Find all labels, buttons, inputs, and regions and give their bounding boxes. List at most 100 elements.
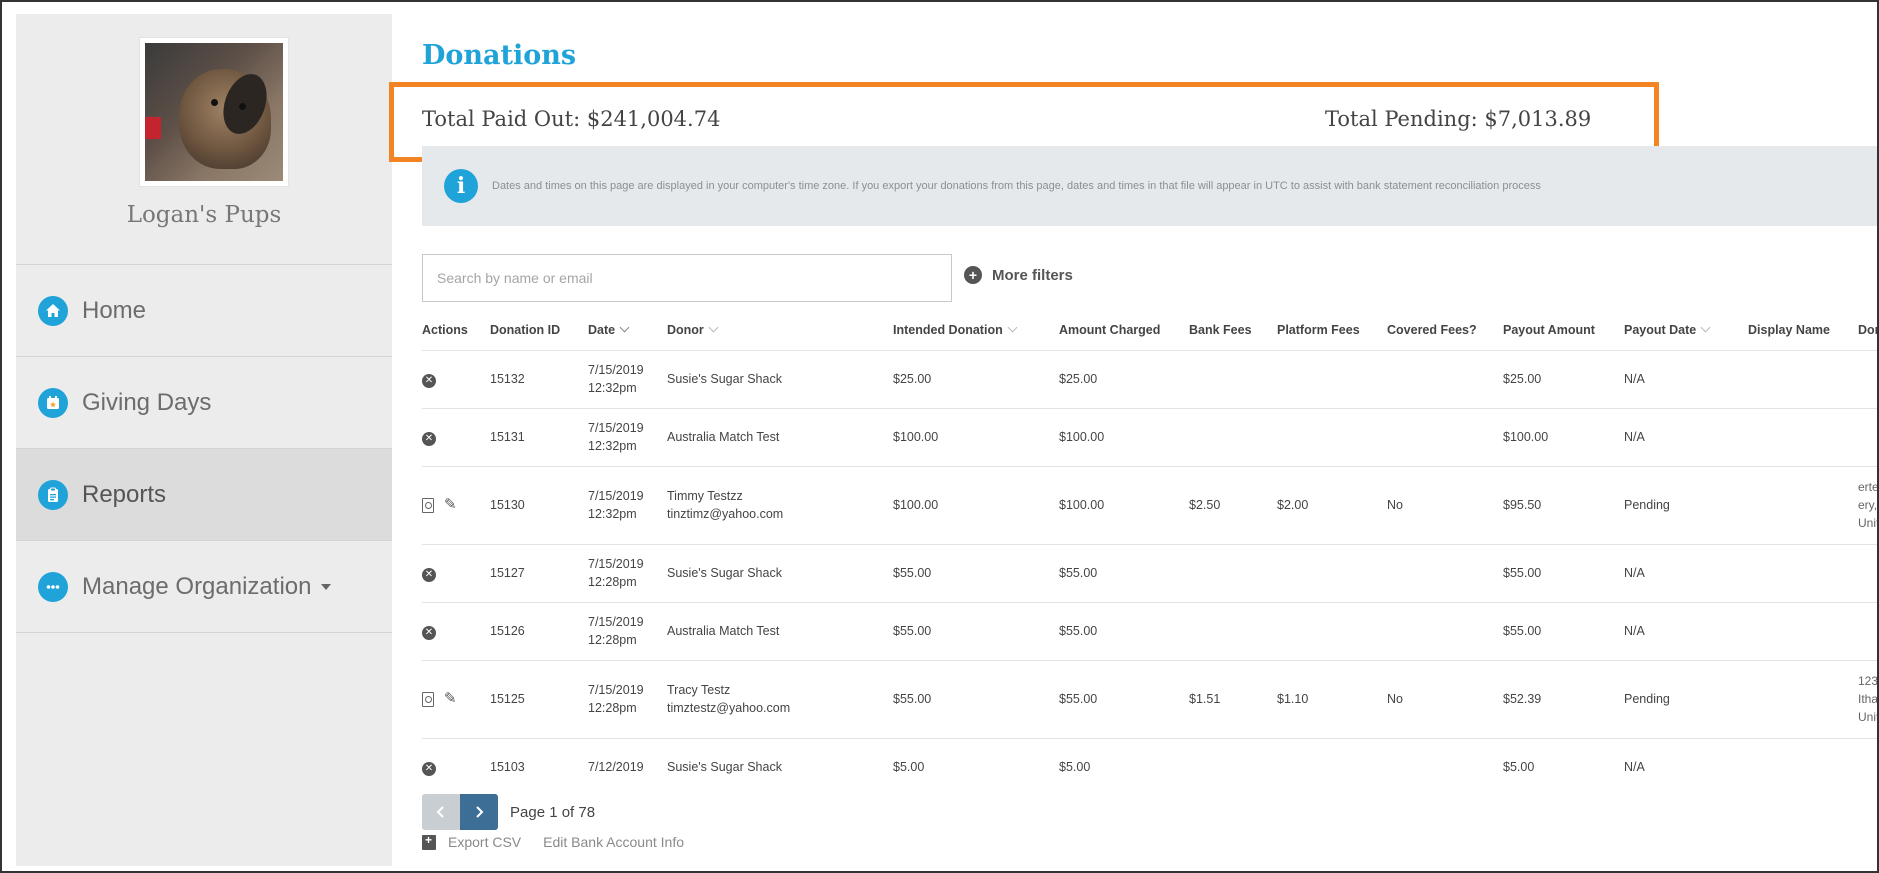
pencil-icon[interactable]: ✎ (444, 496, 457, 514)
cell-display-name (1748, 601, 1858, 660)
cell-payout-date: Pending (1624, 465, 1748, 544)
cell-donation-id: 15132 (490, 349, 588, 408)
plus-circle-icon: + (964, 266, 982, 284)
receipt-icon[interactable] (422, 497, 434, 513)
receipt-icon[interactable] (422, 691, 434, 707)
cell-covered-fees (1387, 349, 1503, 408)
cell-bank-fees (1189, 737, 1277, 795)
col-header-payout-date[interactable]: Payout Date (1624, 310, 1748, 350)
cancel-icon[interactable]: ✕ (422, 762, 436, 777)
search-input[interactable] (422, 254, 952, 302)
next-page-button[interactable] (460, 794, 498, 830)
cell-amount-charged: $100.00 (1059, 465, 1189, 544)
cell-donor: Tracy Testz timztestz@yahoo.com (667, 659, 893, 738)
cell-donation-id: 15131 (490, 407, 588, 466)
export-csv-link[interactable]: Export CSV (448, 834, 521, 850)
sidebar-item-label: Manage Organization (82, 572, 312, 600)
more-filters-button[interactable]: + More filters (962, 266, 1073, 284)
cell-payout-date: N/A (1624, 349, 1748, 408)
row-actions: ✎ (422, 659, 490, 738)
cell-payout-amount: $55.00 (1503, 601, 1624, 660)
cell-donor: Susie's Sugar Shack (667, 349, 893, 408)
sidebar-item-manage-organization[interactable]: Manage Organization (16, 541, 392, 633)
cell-display-name (1748, 659, 1858, 738)
table-row: ✕ 15131 7/15/2019 12:32pm Australia Match… (422, 407, 1877, 466)
cell-bank-fees (1189, 407, 1277, 466)
cell-amount-charged: $55.00 (1059, 659, 1189, 738)
donations-table-container[interactable]: Actions Donation ID Date Donor Intended … (422, 310, 1877, 795)
org-avatar (140, 38, 288, 186)
cell-platform-fees (1277, 407, 1387, 466)
clipboard-icon (38, 479, 68, 510)
cell-payout-date: N/A (1624, 737, 1748, 795)
col-header-covered-fees: Covered Fees? (1387, 322, 1477, 337)
cancel-icon[interactable]: ✕ (422, 626, 436, 640)
cell-donor-address (1858, 601, 1877, 660)
sidebar-item-giving-days[interactable]: Giving Days (16, 357, 392, 449)
cell-date: 7/15/2019 12:28pm (588, 601, 667, 660)
sidebar-item-home[interactable]: Home (16, 265, 392, 357)
table-row: ✕ 15127 7/15/2019 12:28pm Susie's Sugar S… (422, 543, 1877, 602)
cell-donor: Susie's Sugar Shack (667, 543, 893, 602)
cell-donor-address (1858, 407, 1877, 466)
cell-amount-charged: $55.00 (1059, 601, 1189, 660)
cell-display-name (1748, 465, 1858, 544)
cell-donation-id: 15103 (490, 737, 588, 795)
cell-covered-fees: No (1387, 465, 1503, 544)
cell-donation-id: 15127 (490, 543, 588, 602)
col-header-amount-charged: Amount Charged (1059, 322, 1161, 337)
calendar-star-icon (38, 387, 68, 418)
timezone-info-banner: i Dates and times on this page are displ… (422, 146, 1877, 226)
cell-donor: Timmy Testzz tinztimz@yahoo.com (667, 465, 893, 544)
row-actions: ✕ (422, 349, 490, 408)
chevron-left-icon (436, 806, 444, 818)
cell-display-name (1748, 349, 1858, 408)
cell-payout-amount: $52.39 (1503, 659, 1624, 738)
cell-intended-donation: $5.00 (893, 737, 1059, 795)
prev-page-button[interactable] (422, 794, 460, 830)
pencil-icon[interactable]: ✎ (444, 690, 457, 708)
col-header-platform-fees: Platform Fees (1277, 322, 1360, 337)
cell-platform-fees: $2.00 (1277, 465, 1387, 544)
cell-bank-fees (1189, 543, 1277, 602)
table-row: ✎ 15125 7/15/2019 12:28pm Tracy Testz timz… (422, 659, 1877, 738)
cancel-icon[interactable]: ✕ (422, 432, 436, 446)
cell-date: 7/15/2019 12:28pm (588, 543, 667, 602)
cell-payout-amount: $25.00 (1503, 349, 1624, 408)
cell-donor-address: erte ery, Unit (1858, 465, 1877, 544)
main-content: Donations Total Paid Out: $241,004.74 To… (389, 14, 1877, 866)
edit-bank-account-link[interactable]: Edit Bank Account Info (543, 834, 684, 850)
total-pending: Total Pending: $7,013.89 (1325, 107, 1592, 131)
cell-payout-date: N/A (1624, 407, 1748, 466)
chevron-down-icon (321, 583, 332, 590)
sidebar-item-label: Reports (82, 480, 167, 508)
col-header-bank-fees: Bank Fees (1189, 322, 1252, 337)
cell-payout-amount: $100.00 (1503, 407, 1624, 466)
cell-intended-donation: $55.00 (893, 601, 1059, 660)
sidebar-item-reports[interactable]: Reports (16, 449, 392, 541)
cancel-icon[interactable]: ✕ (422, 374, 436, 388)
row-actions: ✕ (422, 407, 490, 466)
cell-intended-donation: $100.00 (893, 407, 1059, 466)
total-paid-out: Total Paid Out: $241,004.74 (422, 107, 721, 131)
cell-platform-fees (1277, 543, 1387, 602)
col-header-date[interactable]: Date (588, 310, 667, 350)
col-header-donor[interactable]: Donor (667, 310, 893, 350)
cell-donation-id: 15126 (490, 601, 588, 660)
pagination: Page 1 of 78 (422, 794, 595, 830)
export-file-icon (422, 833, 436, 850)
cell-donor: Australia Match Test (667, 407, 893, 466)
cell-date: 7/15/2019 12:28pm (588, 659, 667, 738)
col-header-donation-id: Donation ID (490, 322, 561, 337)
col-header-intended-donation[interactable]: Intended Donation (893, 310, 1059, 350)
cancel-icon[interactable]: ✕ (422, 568, 436, 582)
col-header-actions: Actions (422, 322, 468, 337)
info-icon: i (444, 169, 478, 203)
cell-covered-fees (1387, 543, 1503, 602)
cell-donation-id: 15125 (490, 659, 588, 738)
sort-icon (1007, 322, 1018, 333)
cell-intended-donation: $25.00 (893, 349, 1059, 408)
cell-bank-fees: $2.50 (1189, 465, 1277, 544)
sort-down-icon (619, 322, 630, 333)
cell-payout-date: N/A (1624, 543, 1748, 602)
